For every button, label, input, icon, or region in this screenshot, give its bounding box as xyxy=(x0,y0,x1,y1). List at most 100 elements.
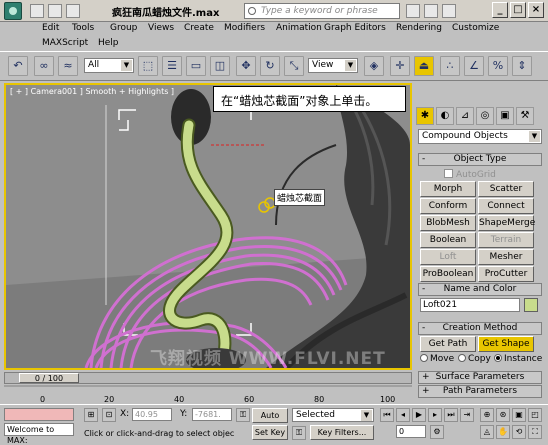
object-type-rollout[interactable]: - Object Type xyxy=(418,153,542,166)
zoom-extents-all-icon[interactable]: ◰ xyxy=(528,408,542,422)
move-icon[interactable]: ✥ xyxy=(236,56,256,76)
menu-help[interactable]: Help xyxy=(98,38,119,48)
mesher-button[interactable]: Mesher xyxy=(478,249,534,265)
create-tab[interactable]: ✱ xyxy=(416,107,434,125)
set-key-button[interactable]: Set Key xyxy=(252,425,288,440)
pan-icon[interactable]: ✋ xyxy=(496,425,510,439)
display-tab[interactable]: ▣ xyxy=(496,107,514,125)
save-file-icon[interactable] xyxy=(66,4,80,18)
zoom-all-icon[interactable]: ⊛ xyxy=(496,408,510,422)
menu-group[interactable]: Group xyxy=(110,23,137,33)
object-color-swatch[interactable] xyxy=(524,298,538,312)
time-config-icon[interactable]: ⚙ xyxy=(430,425,444,439)
time-slider-thumb[interactable]: 0 / 100 xyxy=(19,373,79,383)
field-of-view-icon[interactable]: ◬ xyxy=(480,425,494,439)
maximize-viewport-icon[interactable]: ⛶ xyxy=(528,425,542,439)
info-icon[interactable] xyxy=(442,4,456,18)
pivot-center-icon[interactable]: ◈ xyxy=(364,56,384,76)
path-params-rollout[interactable]: + Path Parameters xyxy=(418,385,542,398)
zoom-icon[interactable]: ⊕ xyxy=(480,408,494,422)
maxscript-mini-input[interactable]: Welcome to MAX: xyxy=(4,423,74,445)
menu-create[interactable]: Create xyxy=(184,23,214,33)
minimize-button[interactable]: _ xyxy=(492,2,508,18)
key-selection-select[interactable]: Selected ▼ xyxy=(292,408,374,422)
creation-method-rollout[interactable]: - Creation Method xyxy=(418,322,542,335)
connect-button[interactable]: Connect xyxy=(478,198,534,214)
menu-customize[interactable]: Customize xyxy=(452,23,499,33)
blobmesh-button[interactable]: BlobMesh xyxy=(420,215,476,231)
close-button[interactable]: × xyxy=(528,2,544,18)
help-search-icon[interactable] xyxy=(406,4,420,18)
orbit-icon[interactable]: ⟲ xyxy=(512,425,526,439)
menu-rendering[interactable]: Rendering xyxy=(396,23,442,33)
previous-frame-icon[interactable]: ◂ xyxy=(396,408,410,422)
menu-tools[interactable]: Tools xyxy=(72,23,94,33)
select-by-name-icon[interactable]: ☰ xyxy=(162,56,182,76)
key-mode-icon[interactable]: ⇥ xyxy=(460,408,474,422)
bind-spacewarp-icon[interactable]: ≈ xyxy=(58,56,78,76)
menu-views[interactable]: Views xyxy=(148,23,174,33)
reference-coord-select[interactable]: View ▼ xyxy=(308,58,358,73)
selection-lock-icon[interactable]: ⊞ xyxy=(84,408,98,422)
get-shape-button[interactable]: Get Shape xyxy=(478,336,534,352)
motion-tab[interactable]: ◎ xyxy=(476,107,494,125)
undo-icon[interactable]: ↶ xyxy=(8,56,28,76)
move-radio[interactable]: Move xyxy=(420,354,454,364)
hierarchy-tab[interactable]: ⊿ xyxy=(456,107,474,125)
set-key-icon[interactable]: ⚿ xyxy=(292,426,306,440)
category-select[interactable]: Compound Objects ▼ xyxy=(418,129,542,144)
boolean-button[interactable]: Boolean xyxy=(420,232,476,248)
menu-maxscript[interactable]: MAXScript xyxy=(42,38,88,48)
absolute-mode-icon[interactable]: ⊡ xyxy=(102,408,116,422)
maximize-button[interactable]: □ xyxy=(510,2,526,18)
object-name-field[interactable]: Loft021 xyxy=(420,298,520,312)
menu-animation[interactable]: Animation xyxy=(276,23,322,33)
terrain-button[interactable]: Terrain xyxy=(478,232,534,248)
keyboard-shortcut-override-icon[interactable]: ⏏ xyxy=(414,56,434,76)
snap-icon[interactable]: ∴ xyxy=(440,56,460,76)
play-icon[interactable]: ▶ xyxy=(412,408,426,422)
rect-selection-icon[interactable]: ▭ xyxy=(186,56,206,76)
autogrid-checkbox[interactable]: AutoGrid xyxy=(444,169,496,180)
current-frame-field[interactable]: 0 xyxy=(396,425,426,438)
favorites-icon[interactable] xyxy=(424,4,438,18)
get-path-button[interactable]: Get Path xyxy=(420,336,476,352)
spinner-snap-icon[interactable]: ⇕ xyxy=(512,56,532,76)
select-object-icon[interactable]: ⬚ xyxy=(138,56,158,76)
app-logo-icon[interactable] xyxy=(4,2,22,20)
menu-graph-editors[interactable]: Graph Editors xyxy=(324,23,386,33)
percent-snap-icon[interactable]: % xyxy=(488,56,508,76)
morph-button[interactable]: Morph xyxy=(420,181,476,197)
new-file-icon[interactable] xyxy=(30,4,44,18)
go-to-end-icon[interactable]: ⏭ xyxy=(444,408,458,422)
rotate-icon[interactable]: ↻ xyxy=(260,56,280,76)
menu-modifiers[interactable]: Modifiers xyxy=(224,23,265,33)
scatter-button[interactable]: Scatter xyxy=(478,181,534,197)
maxscript-listener[interactable] xyxy=(4,408,74,421)
loft-button[interactable]: Loft xyxy=(420,249,476,265)
scale-icon[interactable]: ⤡ xyxy=(284,56,304,76)
key-filters-button[interactable]: Key Filters... xyxy=(310,425,374,440)
name-color-rollout[interactable]: - Name and Color xyxy=(418,283,542,296)
selection-filter-select[interactable]: All ▼ xyxy=(84,58,134,73)
x-coordinate-field[interactable]: 40.95 xyxy=(132,408,172,421)
viewport-label[interactable]: [ + ] Camera001 ] Smooth + Highlights ] xyxy=(10,87,174,96)
conform-button[interactable]: Conform xyxy=(420,198,476,214)
y-coordinate-field[interactable]: -7681. xyxy=(192,408,232,421)
angle-snap-icon[interactable]: ∠ xyxy=(464,56,484,76)
link-icon[interactable]: ∞ xyxy=(34,56,54,76)
copy-radio[interactable]: Copy xyxy=(458,354,491,364)
key-icon[interactable]: ⚿ xyxy=(236,408,250,422)
surface-params-rollout[interactable]: + Surface Parameters xyxy=(418,371,542,384)
instance-radio[interactable]: Instance xyxy=(494,354,542,364)
utilities-tab[interactable]: ⚒ xyxy=(516,107,534,125)
auto-key-button[interactable]: Auto Key xyxy=(252,408,288,433)
viewport-camera[interactable]: [ + ] Camera001 ] Smooth + Highlights ] xyxy=(4,83,412,370)
shapemerge-button[interactable]: ShapeMerge xyxy=(478,215,535,231)
go-to-start-icon[interactable]: ⏮ xyxy=(380,408,394,422)
window-crossing-icon[interactable]: ◫ xyxy=(210,56,230,76)
next-frame-icon[interactable]: ▸ xyxy=(428,408,442,422)
menu-edit[interactable]: Edit xyxy=(42,23,59,33)
select-manipulate-icon[interactable]: ✛ xyxy=(390,56,410,76)
zoom-extents-icon[interactable]: ▣ xyxy=(512,408,526,422)
